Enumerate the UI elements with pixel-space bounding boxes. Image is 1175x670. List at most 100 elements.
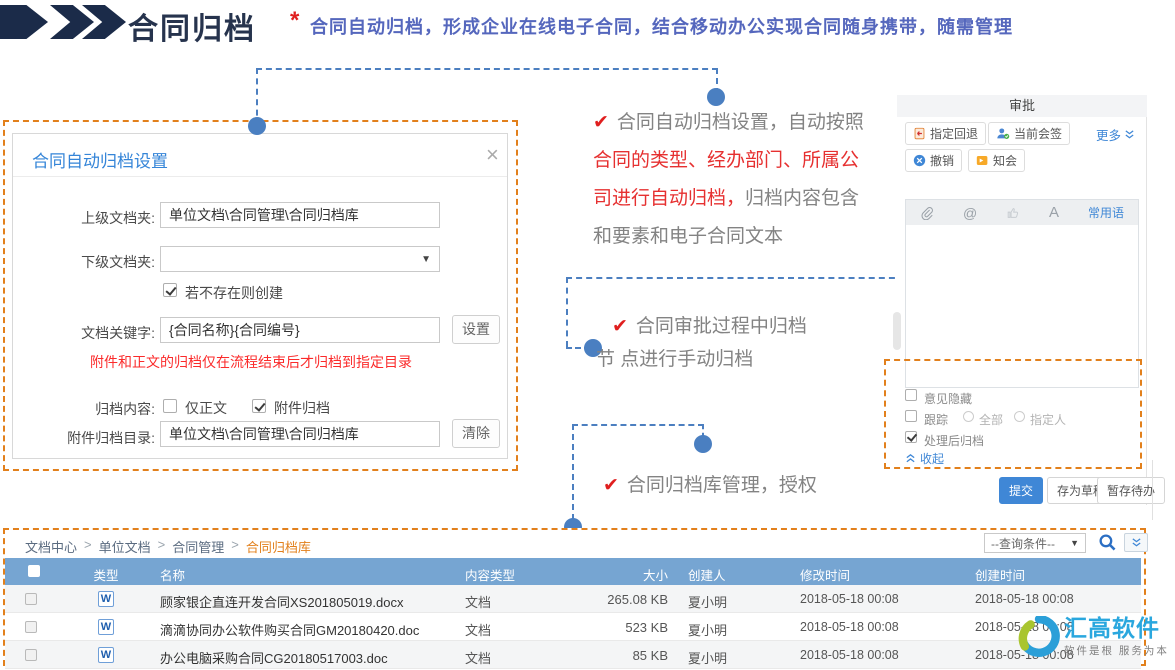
paperclip-icon[interactable] [920, 206, 934, 220]
child-folder-select[interactable]: ▼ [160, 246, 440, 272]
column-creator: 创建人 [688, 565, 726, 584]
connector-line [566, 277, 568, 347]
column-created: 创建时间 [975, 565, 1025, 584]
word-file-icon: W [98, 647, 114, 663]
contract-archive-page: 合同归档 * 合同自动归档，形成企业在线电子合同，结合移动办公实现合同随身携带，… [0, 0, 1175, 670]
breadcrumb-item[interactable]: 文档中心 [25, 537, 77, 556]
asterisk-mark: * [290, 7, 299, 35]
file-size: 265.08 KB [560, 592, 668, 607]
table-row[interactable]: W 顾家银企直连开发合同XS201805019.docx 文档 265.08 K… [5, 585, 1141, 613]
creator: 夏小明 [688, 592, 727, 611]
font-icon[interactable]: A [1049, 204, 1059, 221]
close-icon[interactable]: × [486, 144, 499, 166]
breadcrumb-item[interactable]: 合同管理 [172, 537, 224, 556]
thumb-up-icon[interactable] [1006, 206, 1020, 220]
page-subtitle: 合同自动归档，形成企业在线电子合同，结合移动办公实现合同随身携带，随需管理 [310, 13, 1013, 39]
double-chevron-down-icon [1124, 129, 1135, 140]
brand-chevron-icon [50, 5, 94, 39]
approval-panel-title: 审批 [897, 95, 1147, 117]
annotation-manual-archive-line2: 节 点进行手动归档 [596, 345, 753, 375]
modified-time: 2018-05-18 00:08 [800, 592, 899, 606]
vendor-tagline: 软件是根 服务为本 [1064, 643, 1169, 658]
attachment-archive-label: 附件归档 [274, 398, 330, 418]
column-content-type: 内容类型 [465, 565, 515, 584]
archive-warning-text: 附件和正文的归档仅在流程结束后才归档到指定目录 [90, 352, 412, 372]
breadcrumb-item[interactable]: 单位文档 [99, 537, 151, 556]
child-folder-label: 下级文档夹: [30, 252, 155, 272]
assign-return-button[interactable]: 指定回退 [905, 122, 986, 145]
common-phrases-link[interactable]: 常用语 [1088, 204, 1124, 221]
revoke-button[interactable]: 撤销 [905, 149, 962, 172]
breadcrumb-separator: > [158, 537, 166, 556]
row-checkbox[interactable] [25, 649, 37, 661]
create-if-missing-label: 若不存在则创建 [185, 283, 283, 303]
archive-option-highlight-frame [884, 359, 1142, 469]
connector-line [256, 68, 718, 70]
parent-folder-input[interactable] [160, 202, 440, 228]
file-name[interactable]: 办公电脑采购合同CG20180517003.doc [160, 648, 388, 667]
keyword-input[interactable] [160, 317, 440, 343]
double-chevron-down-icon [1131, 537, 1142, 548]
attachment-dir-clear-button[interactable]: 清除 [452, 419, 500, 448]
table-row[interactable]: W 滴滴协同办公软件购买合同GM20180420.doc 文档 523 KB 夏… [5, 613, 1141, 641]
column-modified: 修改时间 [800, 565, 850, 584]
breadcrumb-item-current: 合同归档库 [246, 537, 311, 556]
parent-folder-label: 上级文档夹: [30, 208, 155, 228]
column-name: 名称 [160, 565, 185, 584]
file-size: 85 KB [560, 648, 668, 663]
created-time: 2018-05-18 00:08 [975, 592, 1074, 606]
annotation-auto-archive: ✔合同自动归档设置，自动按照合同的类型、经办部门、所属公司进行自动归档，归档内容… [593, 104, 865, 256]
keyword-label: 文档关键字: [30, 323, 155, 343]
speaker-icon [976, 154, 989, 167]
column-type: 类型 [62, 565, 150, 584]
dialog-title: 合同自动归档设置 [32, 147, 168, 172]
row-checkbox[interactable] [25, 621, 37, 633]
breadcrumb-separator: > [84, 537, 92, 556]
panel-collapse-handle[interactable] [893, 312, 901, 350]
column-size: 大小 [580, 565, 668, 584]
word-file-icon: W [98, 591, 114, 607]
creator: 夏小明 [688, 620, 727, 639]
hold-todo-button[interactable]: 暂存待办 [1097, 477, 1165, 504]
attachment-dir-input[interactable] [160, 421, 440, 447]
modified-time: 2018-05-18 00:08 [800, 648, 899, 662]
comment-toolbar: @ A 常用语 [905, 199, 1139, 226]
vendor-watermark: 汇高软件 软件是根 服务为本 [1018, 616, 1169, 658]
mention-icon[interactable]: @ [963, 205, 977, 221]
vendor-name: 汇高软件 [1064, 617, 1169, 640]
query-condition-select[interactable]: --查询条件-- ▼ [984, 533, 1086, 553]
connector-dot [248, 117, 266, 135]
annotation-manual-archive-line1: ✔合同审批过程中归档 [612, 312, 807, 342]
advanced-search-toggle[interactable] [1124, 533, 1148, 552]
select-all-checkbox[interactable] [28, 565, 40, 577]
only-body-label: 仅正文 [185, 398, 227, 418]
dropdown-arrow-icon: ▼ [421, 254, 431, 265]
person-check-icon [996, 127, 1010, 140]
only-body-checkbox[interactable] [163, 399, 177, 413]
row-checkbox[interactable] [25, 593, 37, 605]
annotation-library-manage: ✔合同归档库管理，授权 [603, 471, 817, 501]
search-icon[interactable] [1098, 533, 1117, 552]
vendor-logo-icon [1018, 616, 1060, 658]
connector-dot [694, 435, 712, 453]
check-icon: ✔ [593, 112, 609, 133]
attachment-archive-checkbox[interactable] [252, 399, 266, 413]
keyword-set-button[interactable]: 设置 [452, 315, 500, 344]
word-file-icon: W [98, 619, 114, 635]
file-name[interactable]: 滴滴协同办公软件购买合同GM20180420.doc [160, 620, 419, 639]
countersign-button[interactable]: 当前会签 [988, 122, 1070, 145]
more-actions-link[interactable]: 更多 [1096, 125, 1135, 144]
check-icon: ✔ [612, 316, 628, 337]
archive-content-label: 归档内容: [30, 399, 155, 419]
notify-button[interactable]: 知会 [968, 149, 1025, 172]
file-name[interactable]: 顾家银企直连开发合同XS201805019.docx [160, 592, 403, 611]
breadcrumb: 文档中心 > 单位文档 > 合同管理 > 合同归档库 [25, 537, 311, 556]
create-if-missing-checkbox[interactable] [163, 283, 177, 297]
content-type: 文档 [465, 620, 491, 639]
submit-button[interactable]: 提交 [999, 477, 1043, 504]
return-doc-icon [913, 127, 926, 140]
file-size: 523 KB [560, 620, 668, 635]
connector-line [572, 424, 704, 426]
page-title: 合同归档 [128, 4, 256, 48]
table-row[interactable]: W 办公电脑采购合同CG20180517003.doc 文档 85 KB 夏小明… [5, 641, 1141, 669]
